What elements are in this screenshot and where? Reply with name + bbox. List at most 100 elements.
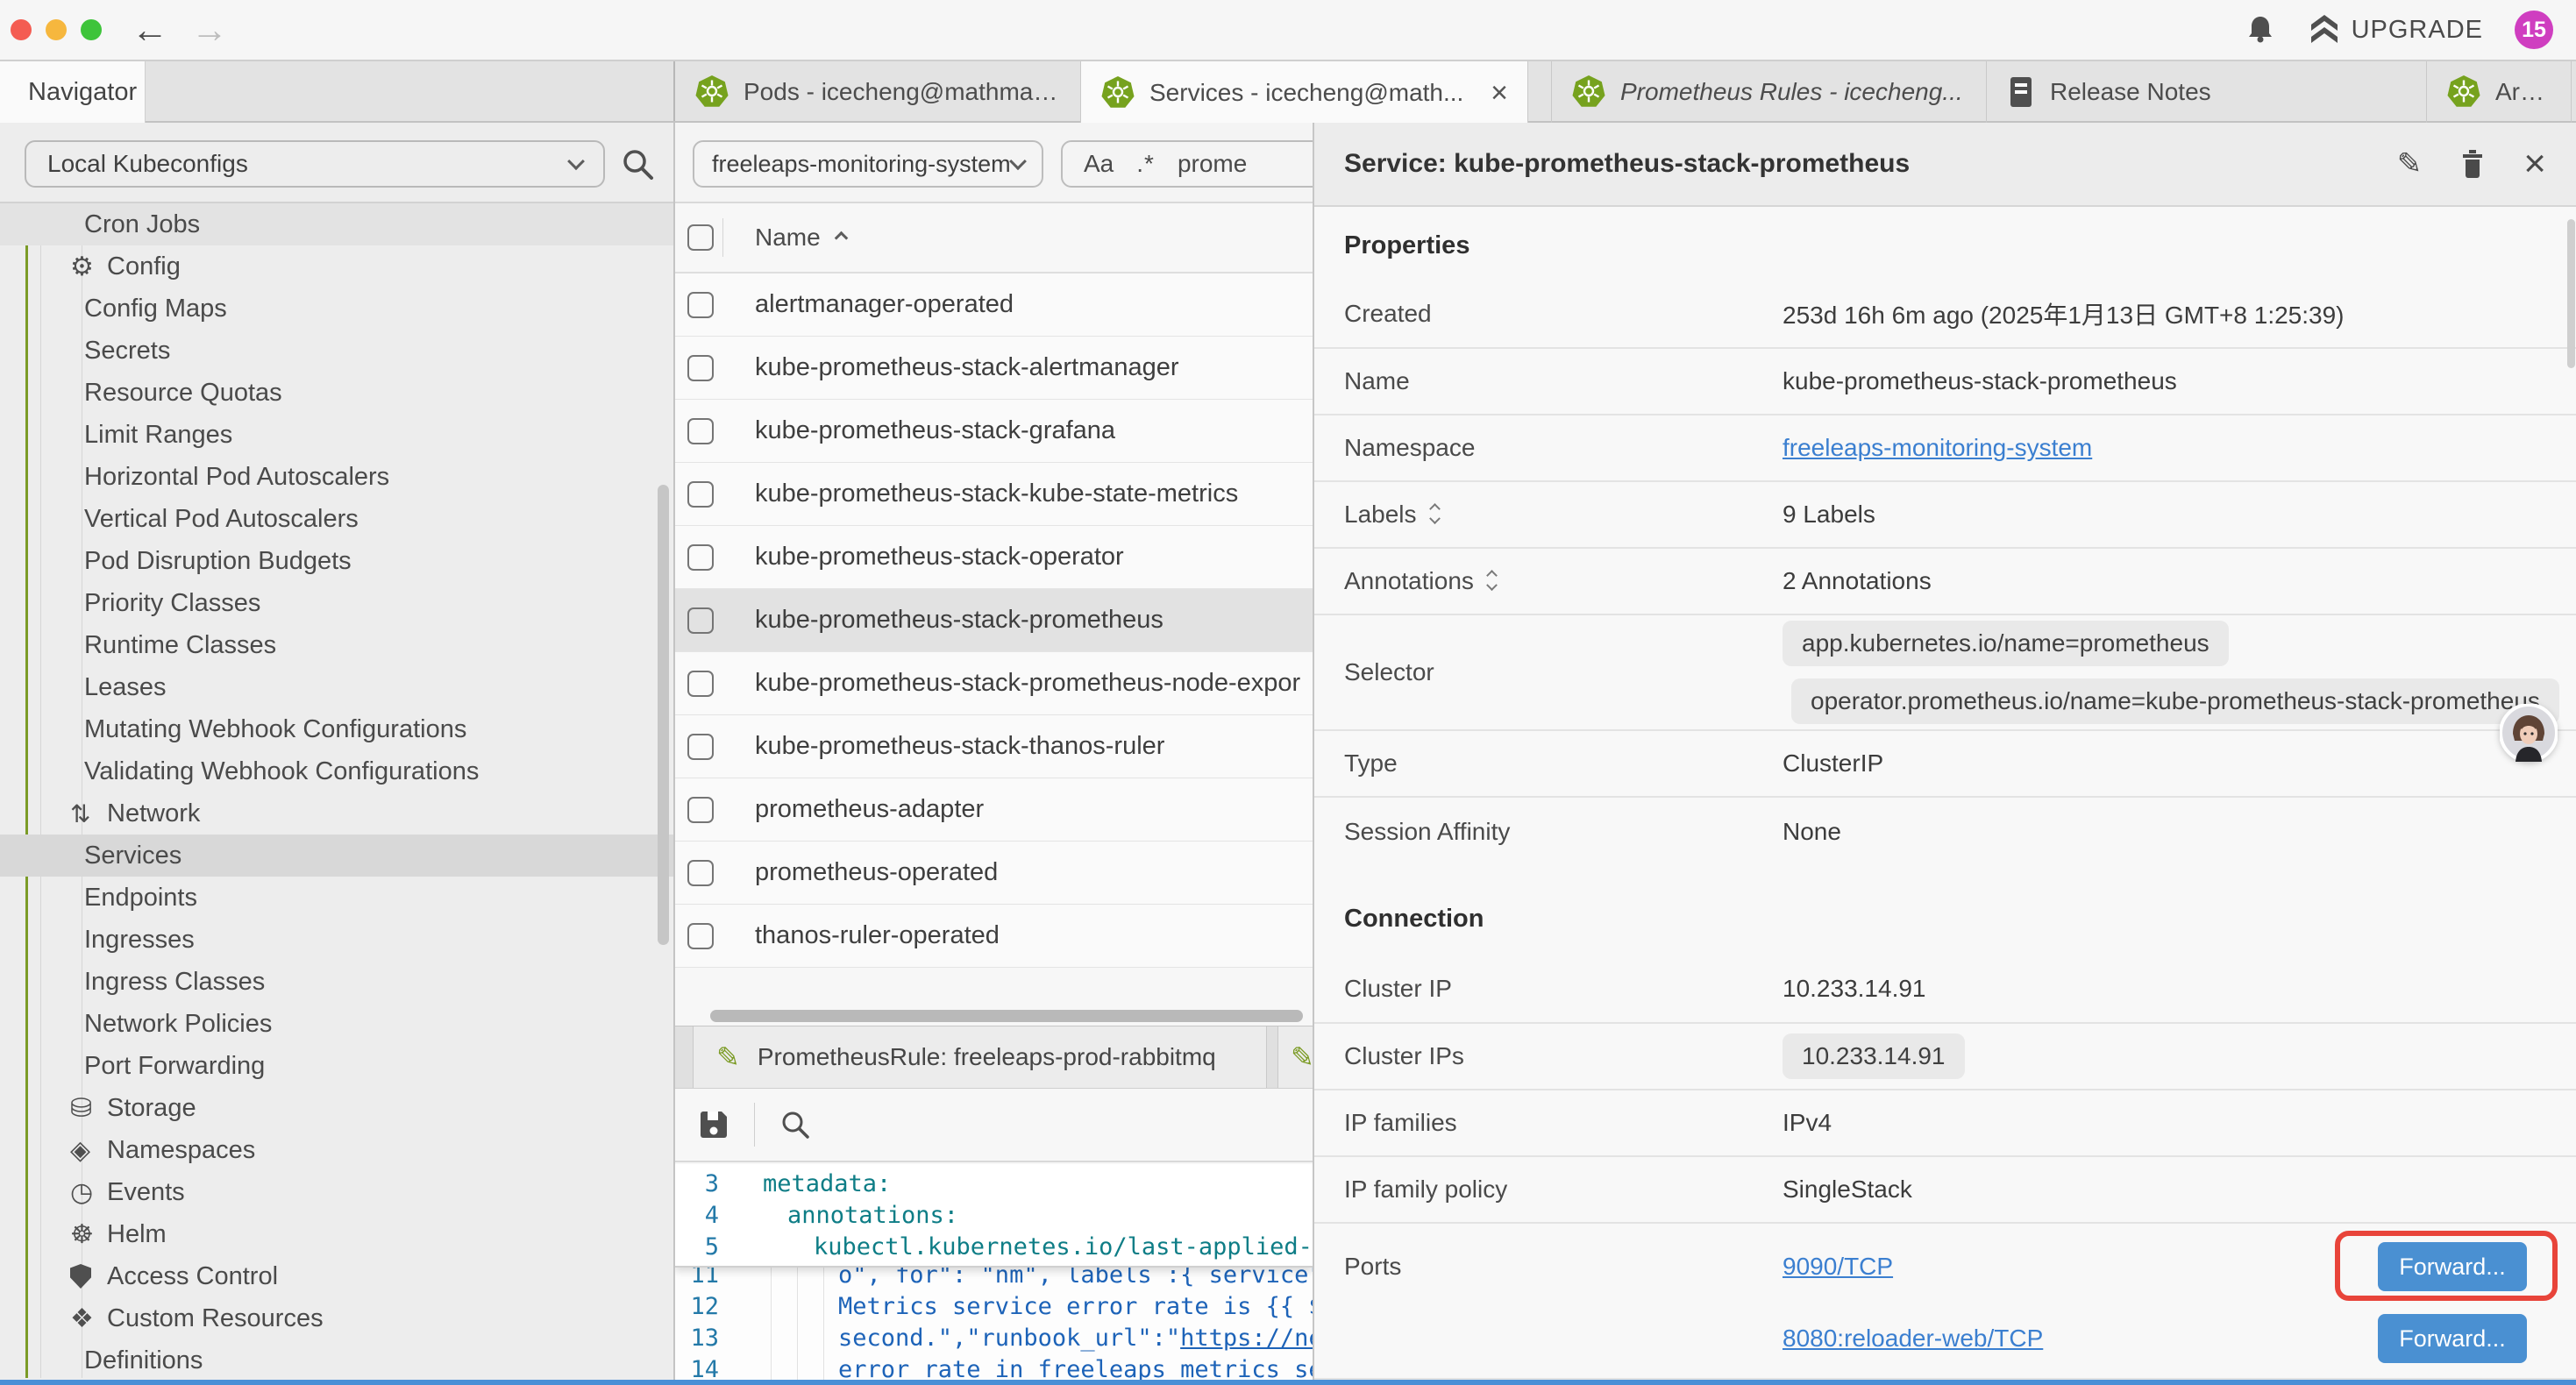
- row-checkbox[interactable]: [687, 734, 714, 760]
- sidebar-tree-item[interactable]: Config Maps: [0, 288, 673, 330]
- code-link[interactable]: https://net: [1180, 1325, 1313, 1352]
- sidebar-tree-item[interactable]: Ingresses: [0, 919, 673, 961]
- document-tab[interactable]: Release Notes ×: [1987, 61, 2427, 123]
- close-window-button[interactable]: [11, 19, 32, 40]
- sidebar-tree-item[interactable]: Storage: [0, 1087, 673, 1129]
- assistant-avatar[interactable]: [2500, 704, 2558, 762]
- editor-line[interactable]: 12 Metrics service error rate is {{ $va: [675, 1290, 1313, 1322]
- sidebar-tree-item[interactable]: Definitions: [0, 1339, 673, 1381]
- sidebar-tree-item[interactable]: Events: [0, 1171, 673, 1213]
- sticky-line[interactable]: 4 annotations:: [675, 1199, 1313, 1231]
- sidebar-tree-item[interactable]: Leases: [0, 666, 673, 708]
- sidebar-tree-item[interactable]: Horizontal Pod Autoscalers: [0, 456, 673, 498]
- sidebar-scrollbar-thumb[interactable]: [658, 485, 669, 945]
- sidebar-tree-item[interactable]: Config: [0, 245, 673, 288]
- sidebar-tree-item[interactable]: Cron Jobs: [0, 203, 673, 245]
- sidebar-tree-item[interactable]: Secrets: [0, 330, 673, 372]
- sidebar-tree-item[interactable]: Namespaces: [0, 1129, 673, 1171]
- regex-toggle[interactable]: .*: [1136, 150, 1155, 178]
- table-row[interactable]: prometheus-operated: [675, 842, 1313, 905]
- notification-count-badge[interactable]: 15: [2515, 11, 2553, 49]
- sidebar-tree-item[interactable]: Network Policies: [0, 1003, 673, 1045]
- row-checkbox[interactable]: [687, 355, 714, 381]
- editor-line[interactable]: 13 second.","runbook_url":"https://net: [675, 1322, 1313, 1353]
- delete-trash-icon[interactable]: [2457, 147, 2488, 181]
- table-row[interactable]: kube-prometheus-stack-thanos-ruler: [675, 715, 1313, 778]
- save-icon[interactable]: [696, 1107, 731, 1142]
- sidebar-tree-item[interactable]: Network: [0, 792, 673, 835]
- select-all-checkbox[interactable]: [687, 224, 714, 251]
- row-checkbox[interactable]: [687, 923, 714, 949]
- sidebar-tree-item[interactable]: Custom Resources: [0, 1297, 673, 1339]
- yaml-editor[interactable]: 11 o", for": "nm", labels :{ service": 1…: [675, 1164, 1313, 1385]
- sticky-line[interactable]: 5 kubectl.kubernetes.io/last-applied-co: [675, 1231, 1313, 1262]
- double-chevron-up-icon: [2309, 13, 2339, 46]
- sidebar-tree-item[interactable]: Vertical Pod Autoscalers: [0, 498, 673, 540]
- editor-search-icon[interactable]: [778, 1107, 813, 1142]
- sidebar-tree-item[interactable]: Helm: [0, 1213, 673, 1255]
- navigator-panel-tab[interactable]: Navigator: [0, 61, 146, 123]
- close-icon[interactable]: ×: [2523, 145, 2546, 183]
- editor-tab-partial[interactable]: ✎: [1277, 1026, 1313, 1088]
- search-icon[interactable]: [619, 146, 656, 182]
- kubeconfig-select[interactable]: Local Kubeconfigs: [25, 140, 605, 188]
- name-filter-input[interactable]: Aa .* prome: [1061, 140, 1313, 188]
- edit-pencil-icon[interactable]: ✎: [2397, 146, 2423, 181]
- table-row[interactable]: kube-prometheus-stack-grafana: [675, 400, 1313, 463]
- sidebar-tree-item[interactable]: Mutating Webhook Configurations: [0, 708, 673, 750]
- sidebar-tree-item[interactable]: Limit Ranges: [0, 414, 673, 456]
- forward-arrow-icon[interactable]: →: [191, 11, 228, 48]
- row-checkbox[interactable]: [687, 860, 714, 886]
- sidebar-tree-item[interactable]: Resource Quotas: [0, 372, 673, 414]
- table-row[interactable]: kube-prometheus-stack-kube-state-metrics: [675, 463, 1313, 526]
- table-row[interactable]: prometheus-adapter: [675, 778, 1313, 842]
- sticky-line[interactable]: 3 metadata:: [675, 1168, 1313, 1199]
- row-checkbox[interactable]: [687, 418, 714, 444]
- row-checkbox[interactable]: [687, 292, 714, 318]
- table-row[interactable]: kube-prometheus-stack-prometheus: [675, 589, 1313, 652]
- row-checkbox[interactable]: [687, 481, 714, 508]
- upgrade-button[interactable]: UPGRADE: [2309, 13, 2483, 46]
- table-row[interactable]: kube-prometheus-stack-alertmanager: [675, 337, 1313, 400]
- expand-collapse-icon[interactable]: [1431, 505, 1439, 525]
- editor-tab[interactable]: ✎ PrometheusRule: freeleaps-prod-rabbitm…: [693, 1026, 1267, 1088]
- sidebar-tree-item[interactable]: Ingress Classes: [0, 961, 673, 1003]
- sidebar-tree-item[interactable]: Pod Disruption Budgets: [0, 540, 673, 582]
- back-arrow-icon[interactable]: ←: [132, 11, 168, 48]
- row-checkbox[interactable]: [687, 671, 714, 697]
- sidebar-tree-item[interactable]: Port Forwarding: [0, 1045, 673, 1087]
- sidebar-tree-item[interactable]: Endpoints: [0, 877, 673, 919]
- namespace-select[interactable]: freeleaps-monitoring-system: [693, 140, 1043, 188]
- sidebar-tree-item[interactable]: Validating Webhook Configurations: [0, 750, 673, 792]
- port-link[interactable]: 8080:reloader-web/TCP: [1783, 1325, 2238, 1353]
- row-checkbox[interactable]: [687, 607, 714, 634]
- document-tab[interactable]: Services - icecheng@math... ×: [1081, 61, 1528, 124]
- detail-scrollbar-thumb[interactable]: [2567, 219, 2575, 368]
- table-row[interactable]: alertmanager-operated: [675, 273, 1313, 337]
- sidebar-tree-item[interactable]: Services: [0, 835, 673, 877]
- minimize-window-button[interactable]: [46, 19, 67, 40]
- document-tab[interactable]: Pods - icecheng@mathmas... ×: [675, 61, 1081, 123]
- document-tab[interactable]: Prometheus Rules - icecheng... ×: [1551, 61, 1987, 123]
- sidebar-tree-item[interactable]: Priority Classes: [0, 582, 673, 624]
- forward-button[interactable]: Forward...: [2378, 1242, 2527, 1291]
- name-column-header[interactable]: Name: [755, 224, 846, 252]
- table-row[interactable]: kube-prometheus-stack-operator: [675, 526, 1313, 589]
- zoom-window-button[interactable]: [81, 19, 102, 40]
- table-row[interactable]: kube-prometheus-stack-prometheus-node-ex…: [675, 652, 1313, 715]
- expand-collapse-icon[interactable]: [1488, 572, 1496, 592]
- sidebar-tree-item[interactable]: Runtime Classes: [0, 624, 673, 666]
- close-icon[interactable]: ×: [1491, 76, 1508, 110]
- row-checkbox[interactable]: [687, 797, 714, 823]
- table-row[interactable]: thanos-ruler-operated: [675, 905, 1313, 968]
- tree-item-label: Runtime Classes: [84, 631, 276, 660]
- horizontal-scrollbar-thumb[interactable]: [710, 1010, 1303, 1022]
- forward-button[interactable]: Forward...: [2378, 1314, 2527, 1363]
- notifications-bell-icon[interactable]: [2243, 12, 2278, 47]
- namespace-link[interactable]: freeleaps-monitoring-system: [1783, 434, 2092, 462]
- port-link[interactable]: 9090/TCP: [1783, 1253, 2238, 1281]
- document-tab[interactable]: Argo Se ×: [2427, 61, 2572, 123]
- sidebar-tree-item[interactable]: Access Control: [0, 1255, 673, 1297]
- match-case-toggle[interactable]: Aa: [1084, 150, 1114, 178]
- row-checkbox[interactable]: [687, 544, 714, 571]
